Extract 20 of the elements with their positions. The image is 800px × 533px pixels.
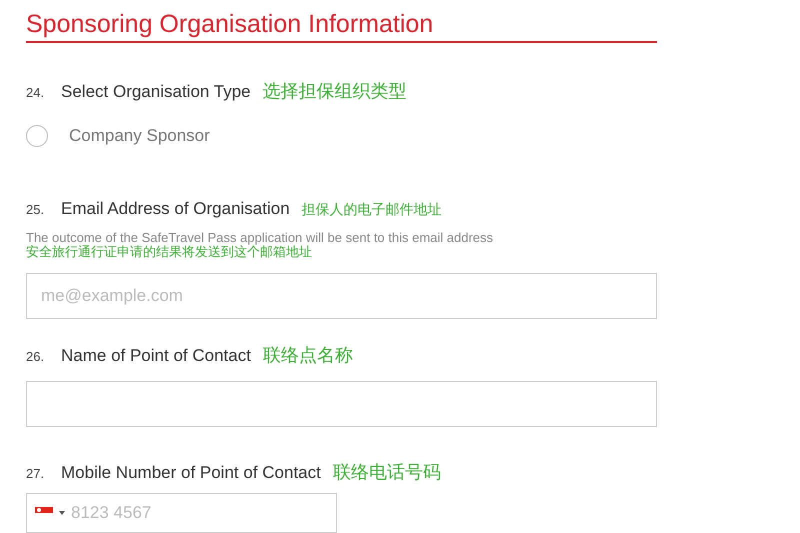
- question-label: Email Address of Organisation: [61, 199, 290, 219]
- input-field[interactable]: me@example.com: [26, 273, 657, 319]
- annotation: 担保人的电子邮件地址: [302, 201, 442, 219]
- annotation: 选择担保组织类型: [262, 80, 407, 103]
- radio-button[interactable]: [26, 125, 48, 147]
- question-number: 27.: [26, 466, 46, 481]
- question-label: Name of Point of Contact: [61, 346, 251, 366]
- question-label: Select Organisation Type: [61, 82, 251, 102]
- question-number: 24.: [26, 85, 46, 100]
- hint-text: The outcome of the SafeTravel Pass application will be sent to this email address: [26, 231, 494, 245]
- annotation: 联络电话号码: [332, 461, 441, 484]
- question-label: Mobile Number of Point of Contact: [61, 463, 321, 483]
- question-number: 26.: [26, 349, 46, 364]
- annotation: 联络点名称: [262, 344, 353, 367]
- question-number: 25.: [26, 202, 46, 217]
- annotation: 安全旅行通行证申请的结果将发送到这个邮箱地址: [26, 245, 313, 259]
- option-label: Company Sponsor: [69, 126, 210, 146]
- caret-icon[interactable]: [59, 511, 65, 515]
- section-title: Sponsoring Organisation Information: [26, 0, 657, 43]
- phone-field[interactable]: 8123 4567: [26, 493, 337, 533]
